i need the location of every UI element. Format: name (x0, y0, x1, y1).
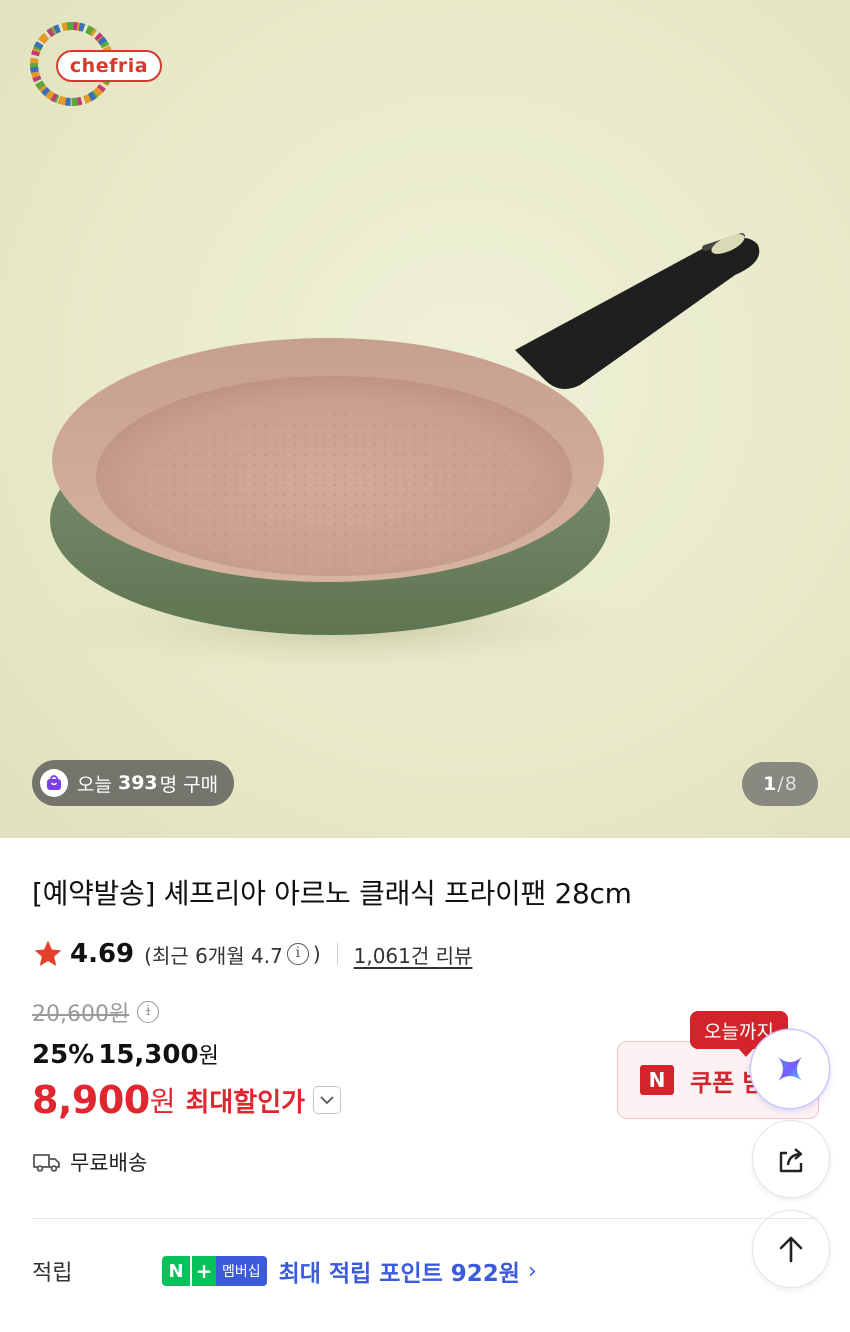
naver-n-badge: N (640, 1065, 674, 1095)
product-image-gallery[interactable]: chefria 오늘 393 명 구매 1 / 8 (0, 0, 850, 838)
image-counter: 1 / 8 (742, 762, 818, 806)
info-icon[interactable]: i (137, 1001, 160, 1023)
chevron-down-icon[interactable] (313, 1086, 342, 1114)
sale-currency: 원 (198, 1044, 219, 1069)
recent-rating: (최근 6개월 4.7 i ) (144, 940, 320, 969)
rating-value: 4.69 (70, 939, 135, 969)
best-price: 8,900 (32, 1078, 150, 1122)
image-counter-total: 8 (784, 773, 797, 795)
shipping-info: 무료배송 (32, 1147, 147, 1177)
brand-logo: chefria (26, 18, 168, 110)
today-purchase-badge: 오늘 393 명 구매 (32, 760, 235, 806)
today-suffix: 명 구매 (159, 773, 219, 796)
today-prefix: 오늘 (77, 773, 112, 796)
ai-assistant-icon (778, 1057, 802, 1081)
points-row[interactable]: 적립 N + 멤버십 최대 적립 포인트 922원 › (32, 1252, 792, 1290)
recent-rating-close: ) (312, 942, 321, 966)
naver-plus-membership-badge: N + 멤버십 (162, 1256, 267, 1286)
image-counter-current: 1 (763, 773, 777, 795)
original-price: 20,600원 i (32, 996, 163, 1028)
shopping-bag-icon (40, 769, 68, 797)
info-icon[interactable]: i (286, 943, 309, 965)
best-price-label: 최대할인가 (185, 1087, 306, 1118)
points-label: 적립 (32, 1261, 73, 1286)
review-count-link[interactable]: 1,061건 리뷰 (354, 940, 473, 969)
ai-assistant-button[interactable] (751, 1030, 829, 1108)
recent-rating-text: (최근 6개월 4.7 (144, 943, 283, 968)
best-price-row[interactable]: 8,900 원 최대할인가 (32, 1078, 342, 1122)
badge-n: N (162, 1256, 190, 1286)
sale-price-row: 25% 15,300 원 (32, 1038, 219, 1070)
star-icon (34, 940, 62, 966)
points-text: 최대 적립 포인트 922원 (278, 1261, 520, 1287)
divider (336, 943, 338, 965)
shipping-label: 무료배송 (70, 1151, 148, 1175)
sale-price: 15,300 (98, 1040, 199, 1070)
share-button[interactable] (752, 1120, 830, 1198)
badge-membership: 멤버십 (216, 1256, 267, 1286)
today-count: 393 (117, 772, 158, 794)
best-currency: 원 (149, 1085, 176, 1118)
brand-logo-text: chefria (56, 50, 162, 82)
section-divider (32, 1218, 818, 1219)
image-counter-separator: / (777, 773, 784, 795)
badge-plus: + (190, 1256, 216, 1286)
product-photo (45, 233, 760, 675)
discount-percent: 25% (32, 1040, 95, 1070)
rating-row: 4.69 (최근 6개월 4.7 i ) 1,061건 리뷰 (32, 934, 472, 974)
share-icon (779, 1148, 803, 1173)
original-price-value: 20,600원 (32, 1002, 130, 1027)
chevron-right-icon: › (527, 1258, 537, 1284)
product-title: [예약발송] 셰프리아 아르노 클래식 프라이팬 28cm (32, 877, 632, 910)
truck-icon (33, 1154, 60, 1172)
